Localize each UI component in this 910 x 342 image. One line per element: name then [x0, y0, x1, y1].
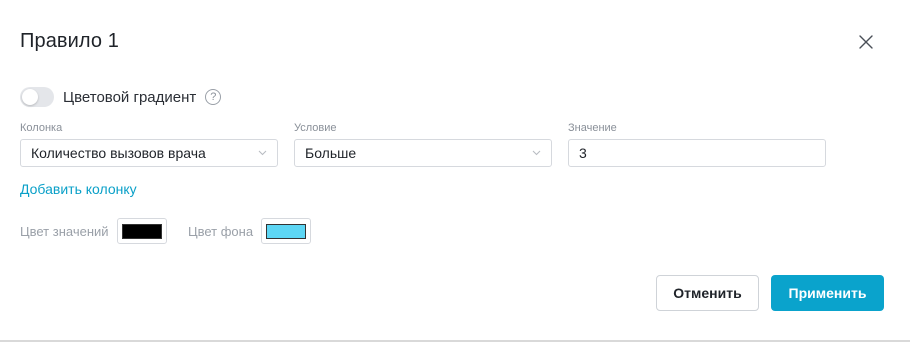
background-color-row: Цвет фона	[188, 218, 312, 244]
gradient-toggle[interactable]	[20, 87, 54, 107]
gradient-label: Цветовой градиент	[63, 88, 197, 106]
cancel-button[interactable]: Отменить	[656, 275, 759, 311]
close-icon	[859, 35, 873, 49]
value-input[interactable]: 3	[568, 139, 826, 167]
value-label: Значение	[568, 122, 617, 134]
value-color-row: Цвет значений	[20, 218, 167, 244]
column-label: Колонка	[20, 122, 63, 134]
value-color-label: Цвет значений	[20, 223, 109, 239]
background-color-picker[interactable]	[261, 218, 312, 244]
add-column-link[interactable]: Добавить колонку	[20, 181, 137, 197]
rule-dialog: Правило 1 Цветовой градиент ? Колонка Ко…	[0, 0, 910, 342]
toggle-knob	[22, 89, 38, 105]
value-color-swatch	[121, 223, 162, 239]
value-input-text: 3	[579, 145, 587, 161]
chevron-down-icon	[531, 148, 541, 158]
close-button[interactable]	[855, 31, 877, 53]
apply-button[interactable]: Применить	[771, 275, 884, 311]
chevron-down-icon	[257, 148, 267, 158]
dialog-title: Правило 1	[20, 30, 120, 52]
background-color-label: Цвет фона	[188, 223, 254, 239]
help-icon[interactable]: ?	[205, 89, 222, 105]
condition-label: Условие	[294, 122, 337, 134]
background-color-swatch	[266, 223, 307, 239]
condition-select-value: Больше	[305, 145, 357, 161]
value-color-picker[interactable]	[116, 218, 167, 244]
gradient-row: Цветовой градиент ?	[20, 86, 222, 108]
condition-select[interactable]: Больше	[294, 139, 552, 167]
column-select[interactable]: Количество вызовов врача	[20, 139, 278, 167]
column-select-value: Количество вызовов врача	[31, 145, 206, 161]
